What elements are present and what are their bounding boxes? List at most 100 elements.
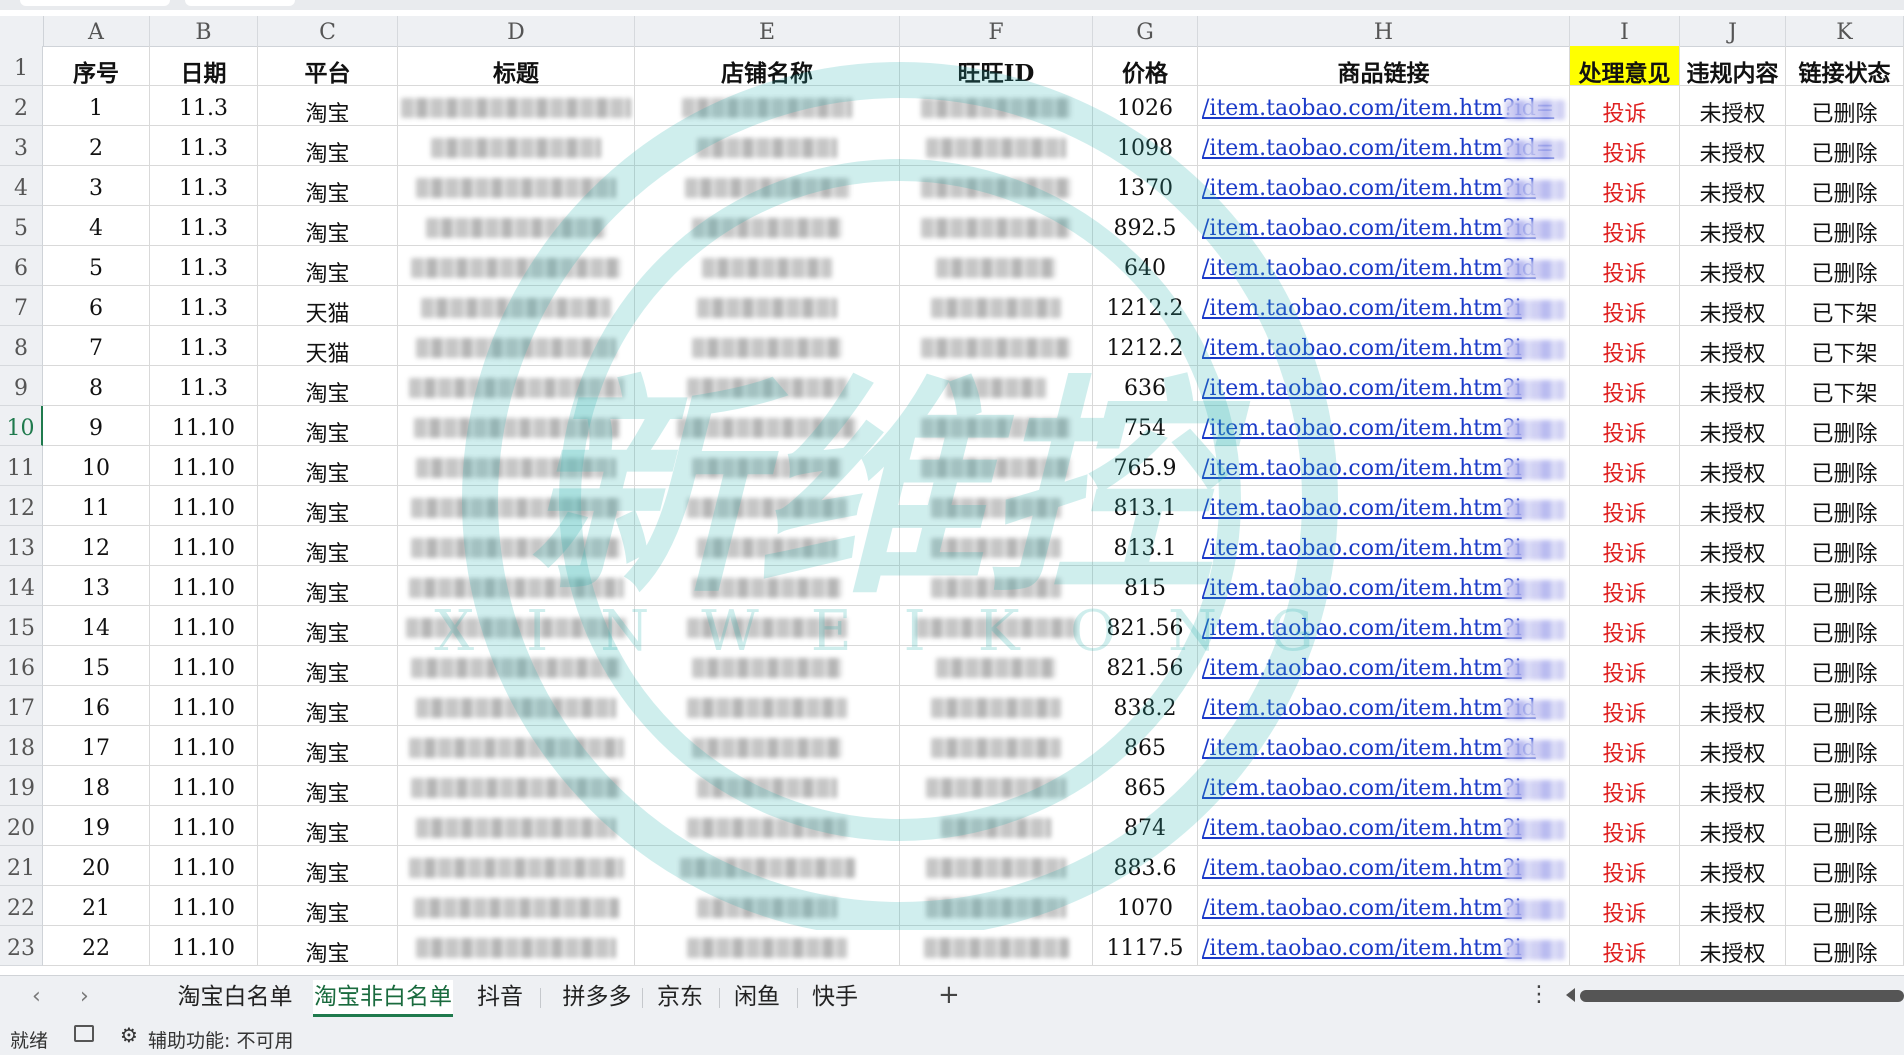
date-cell[interactable]: 11.10	[150, 846, 258, 886]
product-link-cell[interactable]: /item.taobao.com/item.htm?i	[1198, 446, 1570, 486]
link-text[interactable]: /item.taobao.com/item.htm?i	[1202, 616, 1522, 641]
link-text[interactable]: /item.taobao.com/item.htm?i	[1202, 936, 1522, 961]
price-cell[interactable]: 892.5	[1093, 206, 1198, 246]
title-cell-redacted[interactable]	[398, 86, 635, 126]
platform-cell[interactable]: 淘宝	[258, 566, 398, 606]
price-cell[interactable]: 838.2	[1093, 686, 1198, 726]
shop-name-cell-redacted[interactable]	[635, 806, 900, 846]
action-cell[interactable]: 投诉	[1570, 526, 1680, 566]
title-cell-redacted[interactable]	[398, 766, 635, 806]
price-cell[interactable]: 1212.2	[1093, 326, 1198, 366]
platform-cell[interactable]: 淘宝	[258, 926, 398, 966]
header-cell[interactable]: 平台	[258, 46, 398, 86]
seq-cell[interactable]: 6	[43, 286, 150, 326]
price-cell[interactable]: 1098	[1093, 126, 1198, 166]
title-cell-redacted[interactable]	[398, 366, 635, 406]
row-header[interactable]: 2	[0, 86, 43, 126]
violation-cell[interactable]: 未授权	[1680, 366, 1786, 406]
select-all-corner[interactable]	[0, 16, 44, 46]
platform-cell[interactable]: 淘宝	[258, 126, 398, 166]
title-cell-redacted[interactable]	[398, 726, 635, 766]
title-cell-redacted[interactable]	[398, 126, 635, 166]
platform-cell[interactable]: 天猫	[258, 326, 398, 366]
wangwang-id-cell-redacted[interactable]	[900, 86, 1093, 126]
violation-cell[interactable]: 未授权	[1680, 926, 1786, 966]
date-cell[interactable]: 11.3	[150, 286, 258, 326]
sheet-tab[interactable]: 快手	[805, 980, 865, 1014]
sheet-tab[interactable]: 拼多多	[548, 980, 646, 1014]
title-cell-redacted[interactable]	[398, 326, 635, 366]
column-header-f[interactable]: F	[900, 16, 1093, 46]
platform-cell[interactable]: 淘宝	[258, 646, 398, 686]
product-link-cell[interactable]: /item.taobao.com/item.htm?i	[1198, 846, 1570, 886]
link-status-cell[interactable]: 已下架	[1786, 366, 1904, 406]
header-cell[interactable]: 旺旺ID	[900, 46, 1093, 86]
date-cell[interactable]: 11.3	[150, 86, 258, 126]
link-status-cell[interactable]: 已删除	[1786, 406, 1904, 446]
violation-cell[interactable]: 未授权	[1680, 526, 1786, 566]
date-cell[interactable]: 11.10	[150, 766, 258, 806]
date-cell[interactable]: 11.3	[150, 166, 258, 206]
date-cell[interactable]: 11.10	[150, 486, 258, 526]
shop-name-cell-redacted[interactable]	[635, 206, 900, 246]
link-status-cell[interactable]: 已删除	[1786, 126, 1904, 166]
price-cell[interactable]: 1370	[1093, 166, 1198, 206]
header-cell[interactable]: 处理意见	[1570, 46, 1680, 86]
action-cell[interactable]: 投诉	[1570, 126, 1680, 166]
product-link-cell[interactable]: /item.taobao.com/item.htm?i	[1198, 406, 1570, 446]
row-header[interactable]: 14	[0, 566, 43, 606]
column-header-e[interactable]: E	[635, 16, 900, 46]
platform-cell[interactable]: 淘宝	[258, 86, 398, 126]
shop-name-cell-redacted[interactable]	[635, 846, 900, 886]
platform-cell[interactable]: 天猫	[258, 286, 398, 326]
platform-cell[interactable]: 淘宝	[258, 606, 398, 646]
violation-cell[interactable]: 未授权	[1680, 726, 1786, 766]
title-cell-redacted[interactable]	[398, 846, 635, 886]
link-status-cell[interactable]: 已删除	[1786, 846, 1904, 886]
row-header[interactable]: 9	[0, 366, 43, 406]
violation-cell[interactable]: 未授权	[1680, 566, 1786, 606]
platform-cell[interactable]: 淘宝	[258, 766, 398, 806]
shop-name-cell-redacted[interactable]	[635, 406, 900, 446]
violation-cell[interactable]: 未授权	[1680, 766, 1786, 806]
wangwang-id-cell-redacted[interactable]	[900, 486, 1093, 526]
date-cell[interactable]: 11.10	[150, 606, 258, 646]
date-cell[interactable]: 11.10	[150, 646, 258, 686]
wangwang-id-cell-redacted[interactable]	[900, 246, 1093, 286]
link-text[interactable]: /item.taobao.com/item.htm?i	[1202, 496, 1522, 521]
title-cell-redacted[interactable]	[398, 926, 635, 966]
violation-cell[interactable]: 未授权	[1680, 606, 1786, 646]
action-cell[interactable]: 投诉	[1570, 86, 1680, 126]
price-cell[interactable]: 821.56	[1093, 646, 1198, 686]
row-header[interactable]: 12	[0, 486, 43, 526]
product-link-cell[interactable]: /item.taobao.com/item.htm?i	[1198, 526, 1570, 566]
seq-cell[interactable]: 19	[43, 806, 150, 846]
sheet-tab[interactable]: 淘宝白名单	[175, 980, 295, 1014]
wangwang-id-cell-redacted[interactable]	[900, 846, 1093, 886]
seq-cell[interactable]: 20	[43, 846, 150, 886]
title-cell-redacted[interactable]	[398, 526, 635, 566]
more-options-icon[interactable]: ⋮	[1528, 982, 1550, 1007]
macro-icon[interactable]	[74, 1025, 94, 1042]
platform-cell[interactable]: 淘宝	[258, 526, 398, 566]
title-cell-redacted[interactable]	[398, 566, 635, 606]
price-cell[interactable]: 1117.5	[1093, 926, 1198, 966]
product-link-cell[interactable]: /item.taobao.com/item.htm?id=	[1198, 86, 1570, 126]
link-status-cell[interactable]: 已删除	[1786, 806, 1904, 846]
link-status-cell[interactable]: 已删除	[1786, 486, 1904, 526]
action-cell[interactable]: 投诉	[1570, 406, 1680, 446]
action-cell[interactable]: 投诉	[1570, 566, 1680, 606]
title-cell-redacted[interactable]	[398, 246, 635, 286]
seq-cell[interactable]: 1	[43, 86, 150, 126]
wangwang-id-cell-redacted[interactable]	[900, 366, 1093, 406]
column-header-d[interactable]: D	[398, 16, 635, 46]
violation-cell[interactable]: 未授权	[1680, 286, 1786, 326]
seq-cell[interactable]: 4	[43, 206, 150, 246]
seq-cell[interactable]: 11	[43, 486, 150, 526]
price-cell[interactable]: 865	[1093, 766, 1198, 806]
date-cell[interactable]: 11.3	[150, 126, 258, 166]
price-cell[interactable]: 821.56	[1093, 606, 1198, 646]
platform-cell[interactable]: 淘宝	[258, 886, 398, 926]
violation-cell[interactable]: 未授权	[1680, 326, 1786, 366]
shop-name-cell-redacted[interactable]	[635, 926, 900, 966]
